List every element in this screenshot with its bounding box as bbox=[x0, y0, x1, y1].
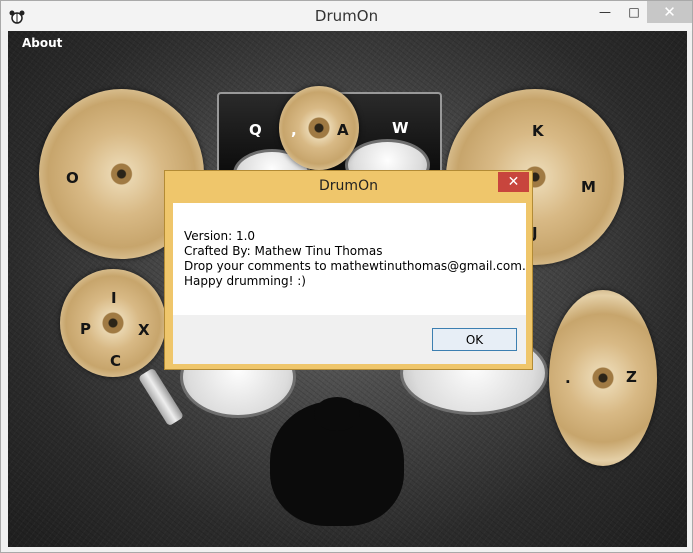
window-title: DrumOn bbox=[314, 7, 379, 25]
dialog-title: DrumOn bbox=[319, 178, 378, 194]
about-dialog: DrumOn ✕ Version: 1.0 Crafted By: Mathew… bbox=[164, 170, 533, 370]
dialog-message-area: Version: 1.0 Crafted By: Mathew Tinu Tho… bbox=[173, 203, 526, 315]
minimize-button[interactable]: — bbox=[591, 1, 619, 23]
close-icon: ✕ bbox=[663, 3, 676, 21]
close-button[interactable]: ✕ bbox=[647, 1, 692, 23]
dialog-body: Version: 1.0 Crafted By: Mathew Tinu Tho… bbox=[173, 203, 526, 364]
key-label-hihat-right: X bbox=[138, 321, 150, 339]
maximize-button[interactable]: □ bbox=[620, 1, 648, 23]
key-label-china-right: Z bbox=[626, 368, 637, 386]
greeting-text: Happy drumming! :) bbox=[184, 274, 306, 288]
version-text: Version: 1.0 bbox=[184, 229, 256, 243]
maximize-icon: □ bbox=[628, 5, 640, 19]
ok-button[interactable]: OK bbox=[432, 328, 517, 351]
key-label-center-right: A bbox=[337, 121, 349, 139]
key-label-right-top: K bbox=[532, 122, 544, 140]
app-window: DrumOn — □ ✕ About O Q , A W K M J I P X… bbox=[0, 0, 693, 553]
minimize-icon: — bbox=[599, 5, 611, 19]
bass-drum-top bbox=[314, 397, 360, 431]
key-label-tom-left: Q bbox=[249, 121, 262, 139]
title-bar[interactable]: DrumOn — □ ✕ bbox=[1, 1, 692, 31]
key-label-left-cymbal: O bbox=[66, 169, 79, 187]
dialog-message: Version: 1.0 Crafted By: Mathew Tinu Tho… bbox=[184, 229, 526, 289]
key-label-hihat-top: I bbox=[111, 289, 117, 307]
key-label-center-left: , bbox=[291, 121, 297, 139]
key-label-right-right: M bbox=[581, 178, 596, 196]
key-label-hihat-left: P bbox=[80, 320, 91, 338]
author-text: Crafted By: Mathew Tinu Thomas bbox=[184, 244, 383, 258]
close-icon: ✕ bbox=[507, 174, 520, 190]
dialog-close-button[interactable]: ✕ bbox=[498, 172, 529, 192]
about-menu[interactable]: About bbox=[22, 36, 62, 50]
key-label-tom-right: W bbox=[392, 119, 409, 137]
contact-text: Drop your comments to mathewtinuthomas@g… bbox=[184, 259, 526, 273]
key-label-hihat-bottom: C bbox=[110, 352, 122, 370]
key-label-china-dot: . bbox=[565, 369, 571, 387]
